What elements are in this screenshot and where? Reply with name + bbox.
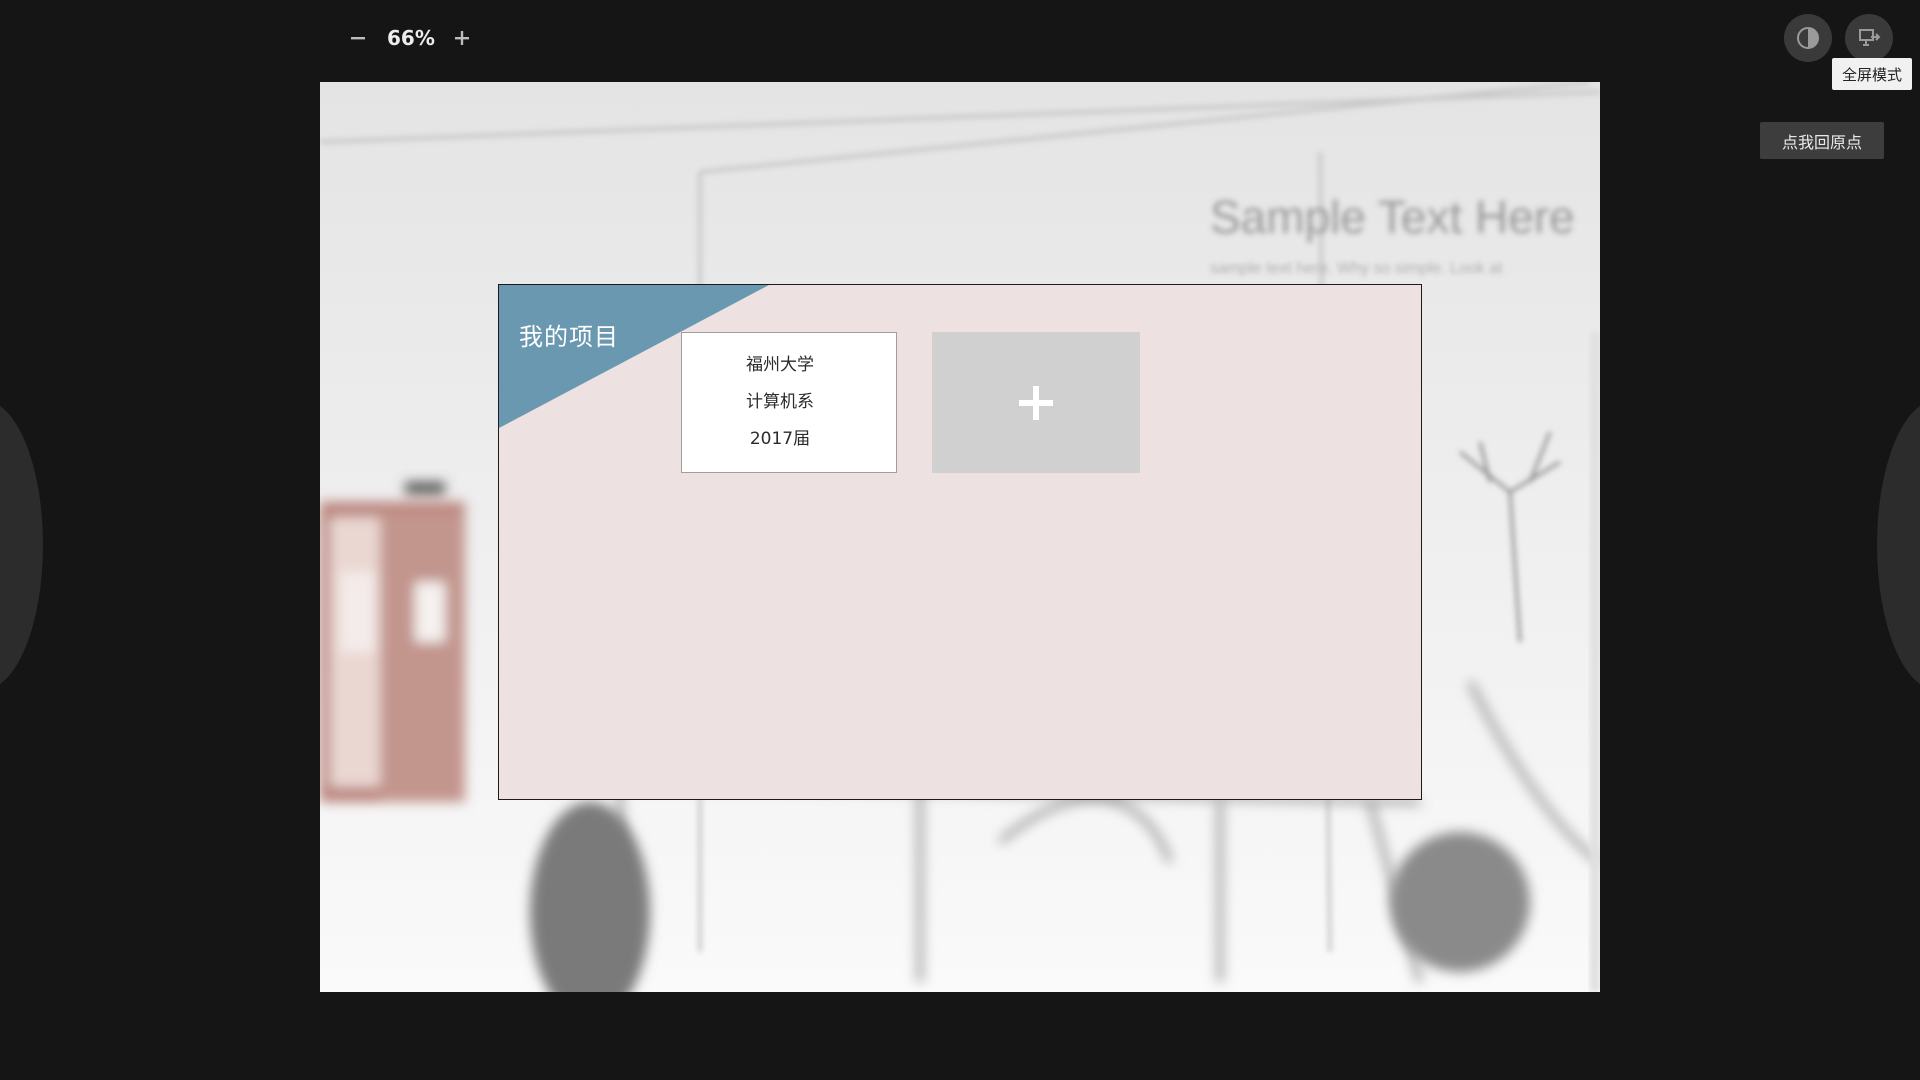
zoom-in-button[interactable] xyxy=(449,25,475,51)
zoom-level: 66% xyxy=(387,26,435,50)
project-line-year: 2017届 xyxy=(749,429,811,449)
project-card[interactable]: 福州大学 计算机系 2017届 xyxy=(681,332,897,473)
slide-canvas: Sample Text Here sample text here. Why s… xyxy=(320,82,1600,992)
background-sample-title: Sample Text Here xyxy=(1210,191,1575,243)
previous-slide-button[interactable] xyxy=(0,400,43,690)
fullscreen-tooltip: 全屏模式 xyxy=(1832,58,1913,90)
my-projects-panel: 我的项目 福州大学 计算机系 2017届 xyxy=(498,284,1422,800)
panel-title: 我的项目 xyxy=(519,323,619,351)
fullscreen-button[interactable] xyxy=(1845,14,1893,62)
minus-icon xyxy=(351,37,365,40)
plus-icon xyxy=(454,31,469,45)
plus-icon xyxy=(1019,385,1053,420)
project-line-school: 福州大学 xyxy=(746,355,814,375)
project-line-department: 计算机系 xyxy=(746,392,814,412)
zoom-toolbar: 66% xyxy=(345,18,475,58)
contrast-icon xyxy=(1797,27,1819,49)
exit-screen-icon xyxy=(1859,29,1881,46)
next-slide-button[interactable] xyxy=(1877,400,1920,690)
contrast-toggle-button[interactable] xyxy=(1784,14,1832,62)
zoom-out-button[interactable] xyxy=(345,25,371,51)
add-project-button[interactable] xyxy=(932,332,1140,473)
reset-origin-button[interactable]: 点我回原点 xyxy=(1760,122,1884,159)
